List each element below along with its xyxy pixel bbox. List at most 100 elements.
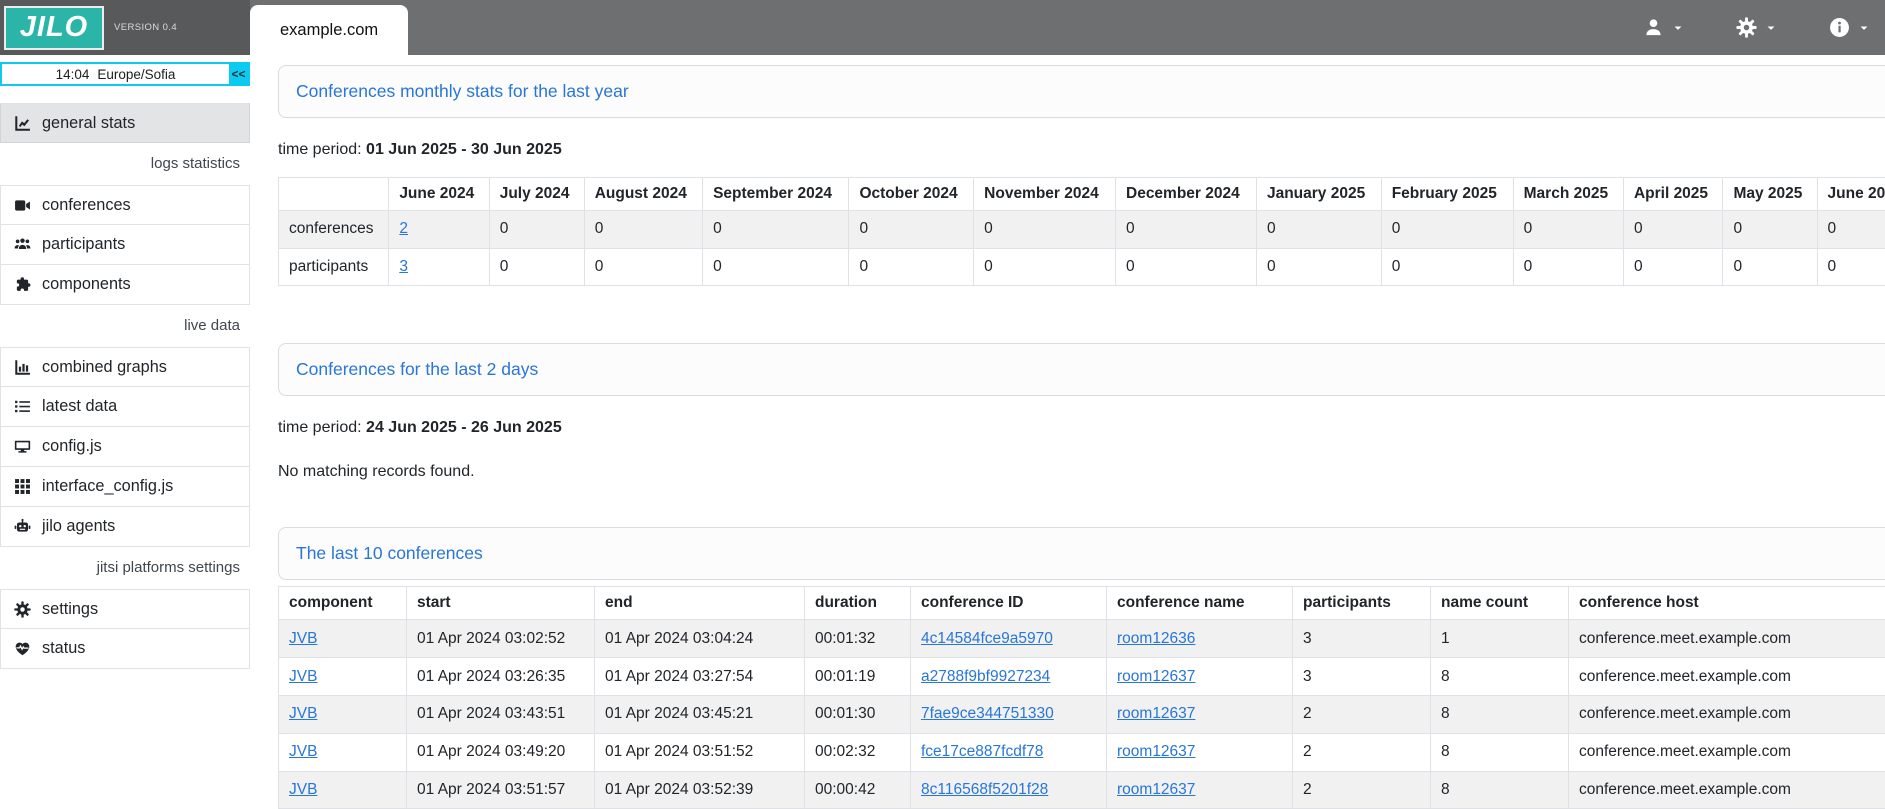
conference-id-link[interactable]: 7fae9ce344751330 <box>921 705 1054 722</box>
clock-time: 14:04 <box>56 67 90 82</box>
sidebar-item-label: general stats <box>42 114 135 133</box>
monthly-count-link[interactable]: 2 <box>399 220 408 237</box>
monthly-cell: 0 <box>1381 210 1513 248</box>
conference-name-link[interactable]: room12637 <box>1117 743 1195 760</box>
conference-cell: 01 Apr 2024 03:27:54 <box>595 658 805 696</box>
sidebar-item-label: jilo agents <box>42 517 115 536</box>
component-link[interactable]: JVB <box>289 630 317 647</box>
last-2-days-heading-link[interactable]: Conferences for the last 2 days <box>296 359 538 380</box>
monthly-cell: 0 <box>1513 210 1623 248</box>
conference-cell: 8 <box>1431 733 1569 771</box>
last-10-heading-link[interactable]: The last 10 conferences <box>296 543 483 564</box>
section-last-2-days: Conferences for the last 2 days time per… <box>278 343 1885 481</box>
conference-cell: 00:02:32 <box>805 733 911 771</box>
conference-id-link[interactable]: 8c116568f5201f28 <box>921 781 1048 798</box>
conference-name-link[interactable]: room12637 <box>1117 705 1195 722</box>
sidebar-item-status[interactable]: status <box>0 629 250 669</box>
sidebar-item-participants[interactable]: participants <box>0 225 250 265</box>
sidebar-group-label-jitsi-platforms-settings: jitsi platforms settings <box>0 547 250 589</box>
month-header: June 2025 <box>1817 178 1885 211</box>
month-header: September 2024 <box>703 178 849 211</box>
chevron-down-icon <box>1859 23 1869 33</box>
sidebar-item-label: settings <box>42 600 98 619</box>
conference-row: JVB01 Apr 2024 03:49:2001 Apr 2024 03:51… <box>279 733 1885 771</box>
monthly-cell: 0 <box>1116 210 1257 248</box>
app-logo[interactable]: JILO <box>4 6 104 50</box>
time-period-value: 01 Jun 2025 - 30 Jun 2025 <box>366 141 562 158</box>
sidebar-item-label: combined graphs <box>42 358 167 377</box>
conference-cell: 1 <box>1431 620 1569 658</box>
timezone-text: 14:04 Europe/Sofia <box>2 64 229 84</box>
monthly-cell: 0 <box>849 210 974 248</box>
chevron-down-icon <box>1766 23 1776 33</box>
sidebar-item-interface-config-js[interactable]: interface_config.js <box>0 467 250 507</box>
timezone-name: Europe/Sofia <box>97 67 175 82</box>
conference-cell: 3 <box>1293 620 1431 658</box>
conference-cell: conference.meet.example.com <box>1569 658 1885 696</box>
sidebar-item-general-stats[interactable]: general stats <box>0 103 250 143</box>
monthly-cell: 3 <box>389 248 489 286</box>
monthly-cell: 0 <box>1256 210 1381 248</box>
col-header-component: component <box>279 587 407 620</box>
conference-id-link[interactable]: 4c14584fce9a5970 <box>921 630 1053 647</box>
col-header-conference-id: conference ID <box>911 587 1107 620</box>
sidebar-item-jilo-agents[interactable]: jilo agents <box>0 507 250 547</box>
conference-cell: room12637 <box>1107 733 1293 771</box>
conference-cell: 00:01:32 <box>805 620 911 658</box>
conference-cell: 01 Apr 2024 03:52:39 <box>595 771 805 809</box>
platform-tab[interactable]: example.com <box>250 5 408 55</box>
sidebar-item-label: latest data <box>42 397 117 416</box>
sidebar-item-latest-data[interactable]: latest data <box>0 387 250 427</box>
row-label: participants <box>279 248 389 286</box>
conference-id-link[interactable]: fce17ce887fcdf78 <box>921 743 1043 760</box>
component-link[interactable]: JVB <box>289 668 317 685</box>
conference-row: JVB01 Apr 2024 03:26:3501 Apr 2024 03:27… <box>279 658 1885 696</box>
monthly-cell: 0 <box>703 248 849 286</box>
component-link[interactable]: JVB <box>289 781 317 798</box>
timezone-bar: 14:04 Europe/Sofia << <box>0 62 250 86</box>
monthly-cell: 2 <box>389 210 489 248</box>
sidebar-group-label-live-data: live data <box>0 305 250 347</box>
conference-name-link[interactable]: room12637 <box>1117 781 1195 798</box>
component-link[interactable]: JVB <box>289 705 317 722</box>
conference-cell: 00:00:42 <box>805 771 911 809</box>
conference-cell: 01 Apr 2024 03:49:20 <box>407 733 595 771</box>
monthly-cell: 0 <box>584 248 702 286</box>
monthly-cell: 0 <box>489 248 584 286</box>
sidebar-item-conferences[interactable]: conferences <box>0 185 250 225</box>
monthly-cell: 0 <box>974 248 1116 286</box>
conference-name-link[interactable]: room12636 <box>1117 630 1195 647</box>
conference-cell: conference.meet.example.com <box>1569 620 1885 658</box>
info-menu[interactable] <box>1828 17 1869 39</box>
month-header: March 2025 <box>1513 178 1623 211</box>
conference-cell: a2788f9bf9927234 <box>911 658 1107 696</box>
list-icon <box>13 398 31 416</box>
conference-row: JVB01 Apr 2024 03:02:5201 Apr 2024 03:04… <box>279 620 1885 658</box>
chart-column-icon <box>13 358 31 376</box>
monthly-cell: 0 <box>1256 248 1381 286</box>
conference-id-link[interactable]: a2788f9bf9927234 <box>921 668 1050 685</box>
conference-name-link[interactable]: room12637 <box>1117 668 1195 685</box>
sidebar-item-components[interactable]: components <box>0 265 250 305</box>
sidebar-group: general stats <box>0 103 250 143</box>
sidebar-item-config-js[interactable]: config.js <box>0 427 250 467</box>
col-header-participants: participants <box>1293 587 1431 620</box>
monthly-stats-heading-link[interactable]: Conferences monthly stats for the last y… <box>296 81 629 102</box>
monthly-count-link[interactable]: 3 <box>399 258 408 275</box>
monthly-cell: 0 <box>1381 248 1513 286</box>
col-header-end: end <box>595 587 805 620</box>
sidebar-collapse-button[interactable]: << <box>229 64 248 84</box>
conference-cell: 4c14584fce9a5970 <box>911 620 1107 658</box>
settings-menu[interactable] <box>1735 17 1776 39</box>
sidebar-item-label: components <box>42 275 131 294</box>
component-link[interactable]: JVB <box>289 743 317 760</box>
monthly-cell: 0 <box>584 210 702 248</box>
conference-cell: 01 Apr 2024 03:02:52 <box>407 620 595 658</box>
user-menu[interactable] <box>1642 17 1683 39</box>
sidebar-item-settings[interactable]: settings <box>0 589 250 629</box>
conference-cell: 8c116568f5201f28 <box>911 771 1107 809</box>
conference-cell: conference.meet.example.com <box>1569 771 1885 809</box>
sidebar-item-combined-graphs[interactable]: combined graphs <box>0 347 250 387</box>
monthly-cell: 0 <box>1116 248 1257 286</box>
row-label: conferences <box>279 210 389 248</box>
